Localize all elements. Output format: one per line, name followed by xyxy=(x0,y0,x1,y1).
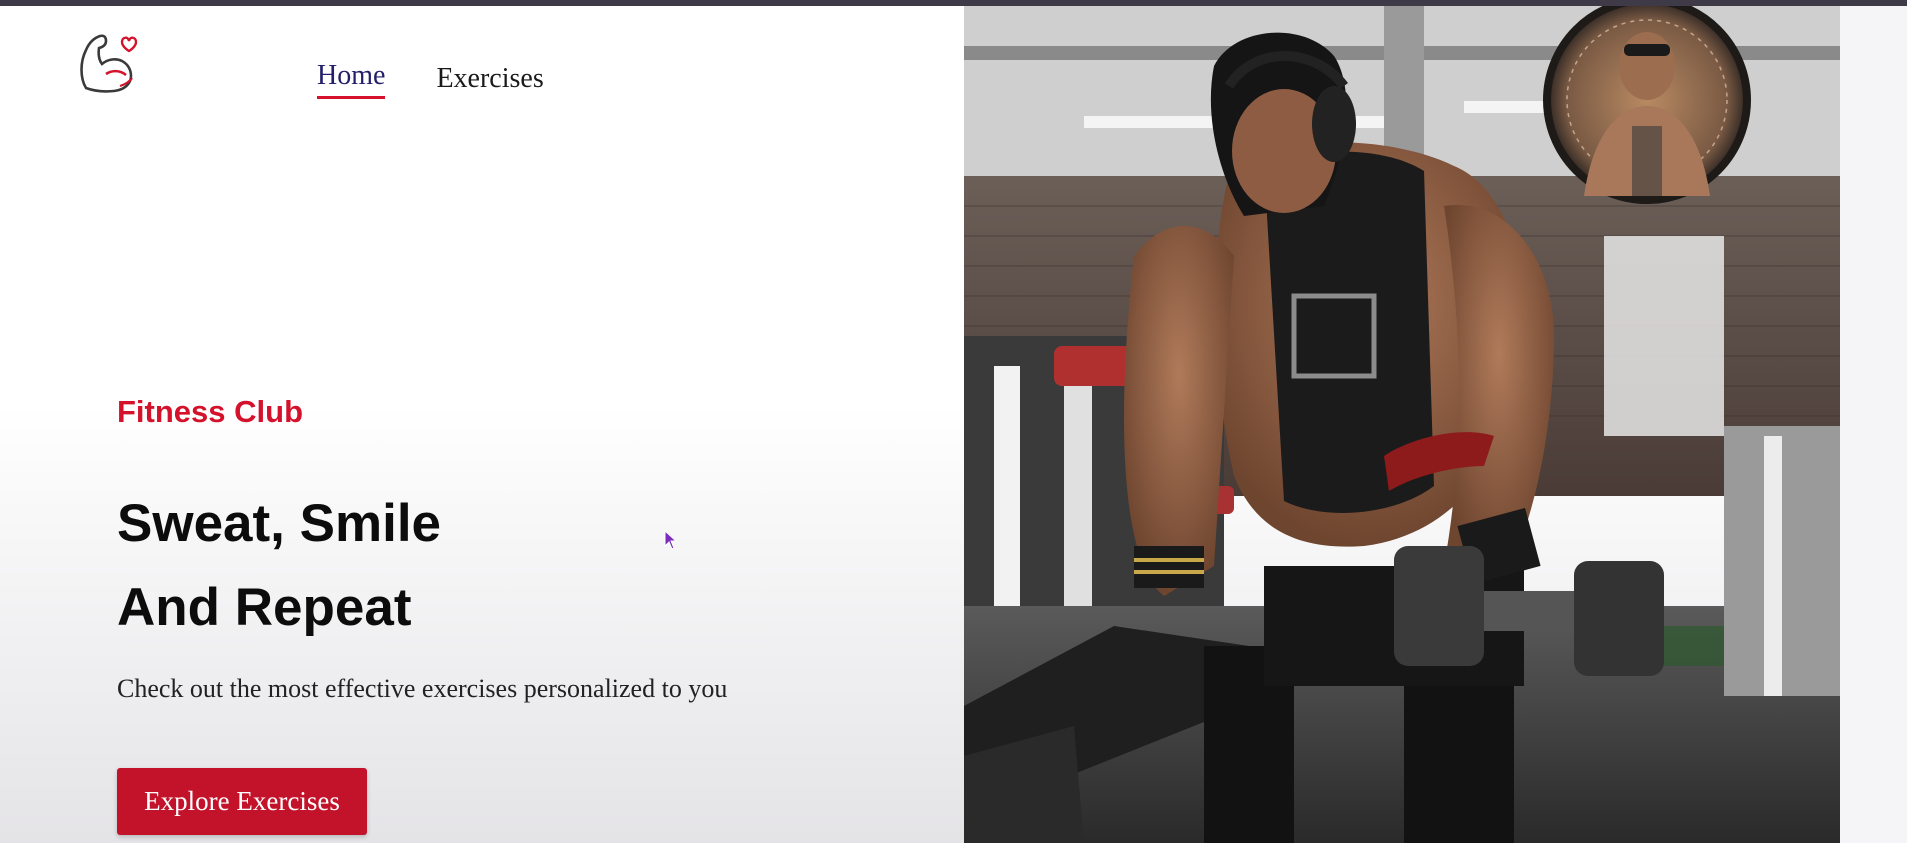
nav-exercises-link[interactable]: Exercises xyxy=(436,63,543,99)
hero-eyebrow: Fitness Club xyxy=(117,394,304,429)
nav-home-link[interactable]: Home xyxy=(317,60,386,99)
hero-image xyxy=(964,6,1840,843)
hero-subtext: Check out the most effective exercises p… xyxy=(117,674,728,703)
hero-headline: Sweat, Smile And Repeat xyxy=(117,482,441,650)
hero-headline-line2: And Repeat xyxy=(117,578,412,637)
logo-flexed-arm-heart-icon[interactable] xyxy=(76,28,144,100)
mouse-cursor-icon xyxy=(664,529,678,550)
right-gutter xyxy=(1840,6,1907,843)
main-nav: Home Exercises xyxy=(317,60,544,99)
explore-exercises-button[interactable]: Explore Exercises xyxy=(117,768,367,835)
hero-headline-line1: Sweat, Smile xyxy=(117,494,442,553)
